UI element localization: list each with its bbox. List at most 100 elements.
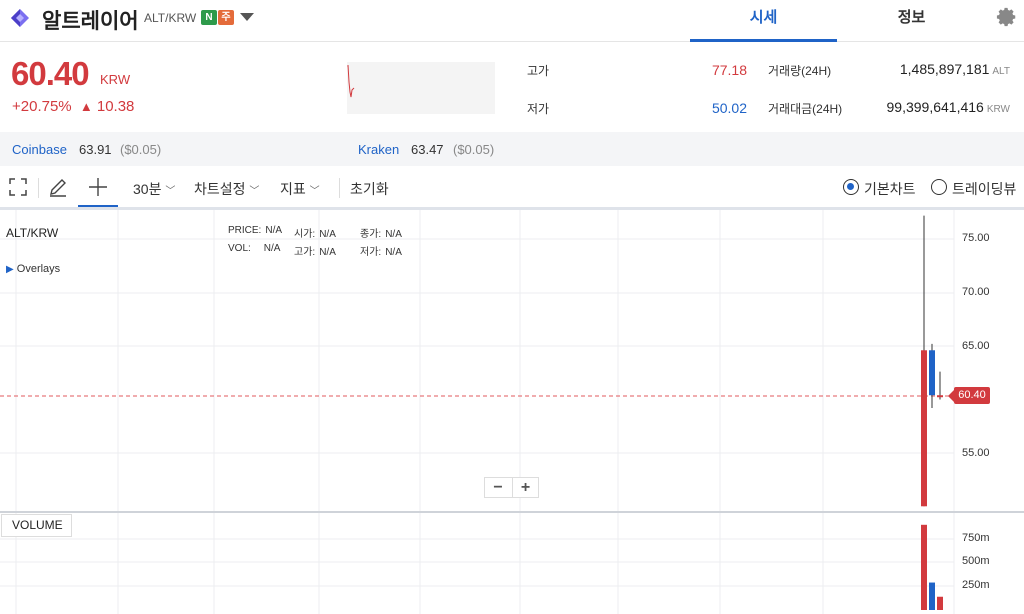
chart-pair-label: ALT/KRW xyxy=(6,226,59,240)
chart-toolbar: 30분 ﹀ 차트설정 ﹀ 지표 ﹀ 초기화 기본차트 트레이딩뷰 xyxy=(0,166,1024,210)
y-tick-label: 55.00 xyxy=(962,447,990,459)
exchange-coinbase-diff: ($0.05) xyxy=(120,142,162,157)
trading-view-radio[interactable] xyxy=(931,179,947,195)
info-price-value: N/A xyxy=(265,225,283,236)
price-unit: KRW xyxy=(100,72,131,87)
new-badge: N xyxy=(201,10,217,25)
y-tick-label: 75.00 xyxy=(962,232,990,244)
coin-select-caret-icon[interactable] xyxy=(240,13,254,21)
altlayer-logo-icon xyxy=(11,9,29,27)
page: 알트레이어 ALT/KRW N 주 시세 정보 60.40 KRW +20.75… xyxy=(0,0,1024,614)
volume-tick-label: 500m xyxy=(962,555,990,567)
trade-value: 99,399,641,416 xyxy=(886,99,984,115)
info-vol: VOL: N/A xyxy=(228,243,280,254)
volume-label: 거래량(24H) xyxy=(768,64,832,78)
info-low-value: N/A xyxy=(385,247,402,258)
info-vol-label: VOL: xyxy=(228,243,251,254)
sparkline xyxy=(347,62,495,114)
indicators-label: 지표 xyxy=(280,181,306,197)
up-arrow-icon: ▲ xyxy=(79,99,93,114)
high-value: 77.18 xyxy=(711,62,747,78)
tab-price[interactable]: 시세 xyxy=(690,0,837,42)
candle-body[interactable] xyxy=(921,350,927,507)
chart-settings-label: 차트설정 xyxy=(194,181,246,197)
chevron-down-icon: ﹀ xyxy=(165,186,176,197)
info-close: 종가: N/A xyxy=(360,225,402,240)
low-label: 저가 xyxy=(527,102,550,116)
info-high-value: N/A xyxy=(319,247,336,258)
y-tick-label: 65.00 xyxy=(962,340,990,352)
volume-bars-group xyxy=(921,524,943,610)
info-vol-value: N/A xyxy=(263,243,281,254)
volume-tick-label: 250m xyxy=(962,579,990,591)
candle-body[interactable] xyxy=(937,395,943,398)
volume-pane-label: VOLUME xyxy=(1,514,72,537)
info-low: 저가: N/A xyxy=(360,243,402,258)
candles-group xyxy=(921,215,943,507)
gear-icon[interactable] xyxy=(996,6,1018,28)
interval-dropdown[interactable]: 30분 ﹀ xyxy=(133,179,175,199)
volume-bar[interactable] xyxy=(921,524,927,610)
change-rate: +20.75% xyxy=(12,98,72,115)
triangle-right-icon: ▶ xyxy=(6,264,14,275)
crosshair-active-indicator xyxy=(78,205,118,207)
trading-view-label[interactable]: 트레이딩뷰 xyxy=(952,179,1016,199)
info-high-label: 고가: xyxy=(294,247,316,258)
exchange-coinbase-price: 63.91 xyxy=(79,142,112,157)
info-low-label: 저가: xyxy=(360,247,382,258)
info-price-label: PRICE: xyxy=(228,225,262,236)
zoom-controls: − + xyxy=(484,477,539,498)
zoom-out-button[interactable]: − xyxy=(485,478,511,498)
exchange-bar: Coinbase 63.91 ($0.05) Kraken 63.47 ($0.… xyxy=(0,132,1024,166)
chart-grid xyxy=(0,210,955,614)
current-price: 60.40 xyxy=(11,55,90,92)
header: 알트레이어 ALT/KRW N 주 시세 정보 xyxy=(0,0,1024,42)
change-amount: 10.38 xyxy=(96,98,135,115)
volume-value: 1,485,897,181 xyxy=(899,61,990,77)
info-price: PRICE: N/A xyxy=(228,225,282,236)
candle-body[interactable] xyxy=(929,350,935,396)
volume-tick-label: 750m xyxy=(962,532,990,544)
coin-pair: ALT/KRW xyxy=(144,11,197,25)
overlays-toggle[interactable]: ▶ Overlays xyxy=(6,263,60,275)
chevron-down-icon: ﹀ xyxy=(249,186,260,197)
tab-info[interactable]: 정보 xyxy=(838,0,985,42)
y-tick-label: 70.00 xyxy=(962,286,990,298)
zoom-in-button[interactable]: + xyxy=(512,478,538,498)
current-price-tag: 60.40 xyxy=(948,387,990,404)
pencil-icon[interactable] xyxy=(48,177,68,197)
trade-value-label: 거래대금(24H) xyxy=(768,102,843,116)
chart-settings-dropdown[interactable]: 차트설정 ﹀ xyxy=(194,179,259,199)
info-open-value: N/A xyxy=(319,229,336,240)
price-change: +20.75% ▲ 10.38 xyxy=(12,98,134,115)
volume-bar[interactable] xyxy=(937,596,943,610)
indicators-dropdown[interactable]: 지표 ﹀ xyxy=(280,179,320,199)
low-value: 50.02 xyxy=(711,100,747,116)
info-open: 시가: N/A xyxy=(294,225,336,240)
caution-badge: 주 xyxy=(218,10,234,25)
info-high: 고가: N/A xyxy=(294,243,336,258)
info-open-label: 시가: xyxy=(294,229,316,240)
chart-canvas[interactable] xyxy=(0,210,1024,614)
basic-chart-label[interactable]: 기본차트 xyxy=(864,179,916,199)
toolbar-divider xyxy=(339,178,340,198)
toolbar-divider xyxy=(38,178,39,198)
volume-24h: 1,485,897,181 ALT xyxy=(850,61,1010,77)
high-label: 고가 xyxy=(527,64,550,78)
exchange-coinbase-name[interactable]: Coinbase xyxy=(12,142,67,157)
interval-label: 30분 xyxy=(133,181,162,197)
price-chart[interactable]: ALT/KRW ▶ Overlays PRICE: N/A 시가: N/A 종가: N… xyxy=(0,210,1024,614)
info-close-value: N/A xyxy=(385,229,402,240)
exchange-kraken-diff: ($0.05) xyxy=(453,142,495,157)
volume-bar[interactable] xyxy=(929,582,935,610)
crosshair-icon[interactable] xyxy=(88,177,108,197)
reset-button[interactable]: 초기화 xyxy=(350,179,389,199)
volume-unit: ALT xyxy=(992,66,1010,77)
trade-value-unit: KRW xyxy=(986,104,1010,115)
exchange-kraken-price: 63.47 xyxy=(411,142,444,157)
fullscreen-icon[interactable] xyxy=(8,177,28,197)
exchange-kraken-name[interactable]: Kraken xyxy=(358,142,399,157)
chevron-down-icon: ﹀ xyxy=(309,186,320,197)
trade-value-24h: 99,399,641,416 KRW xyxy=(850,99,1010,115)
basic-chart-radio[interactable] xyxy=(843,179,859,195)
